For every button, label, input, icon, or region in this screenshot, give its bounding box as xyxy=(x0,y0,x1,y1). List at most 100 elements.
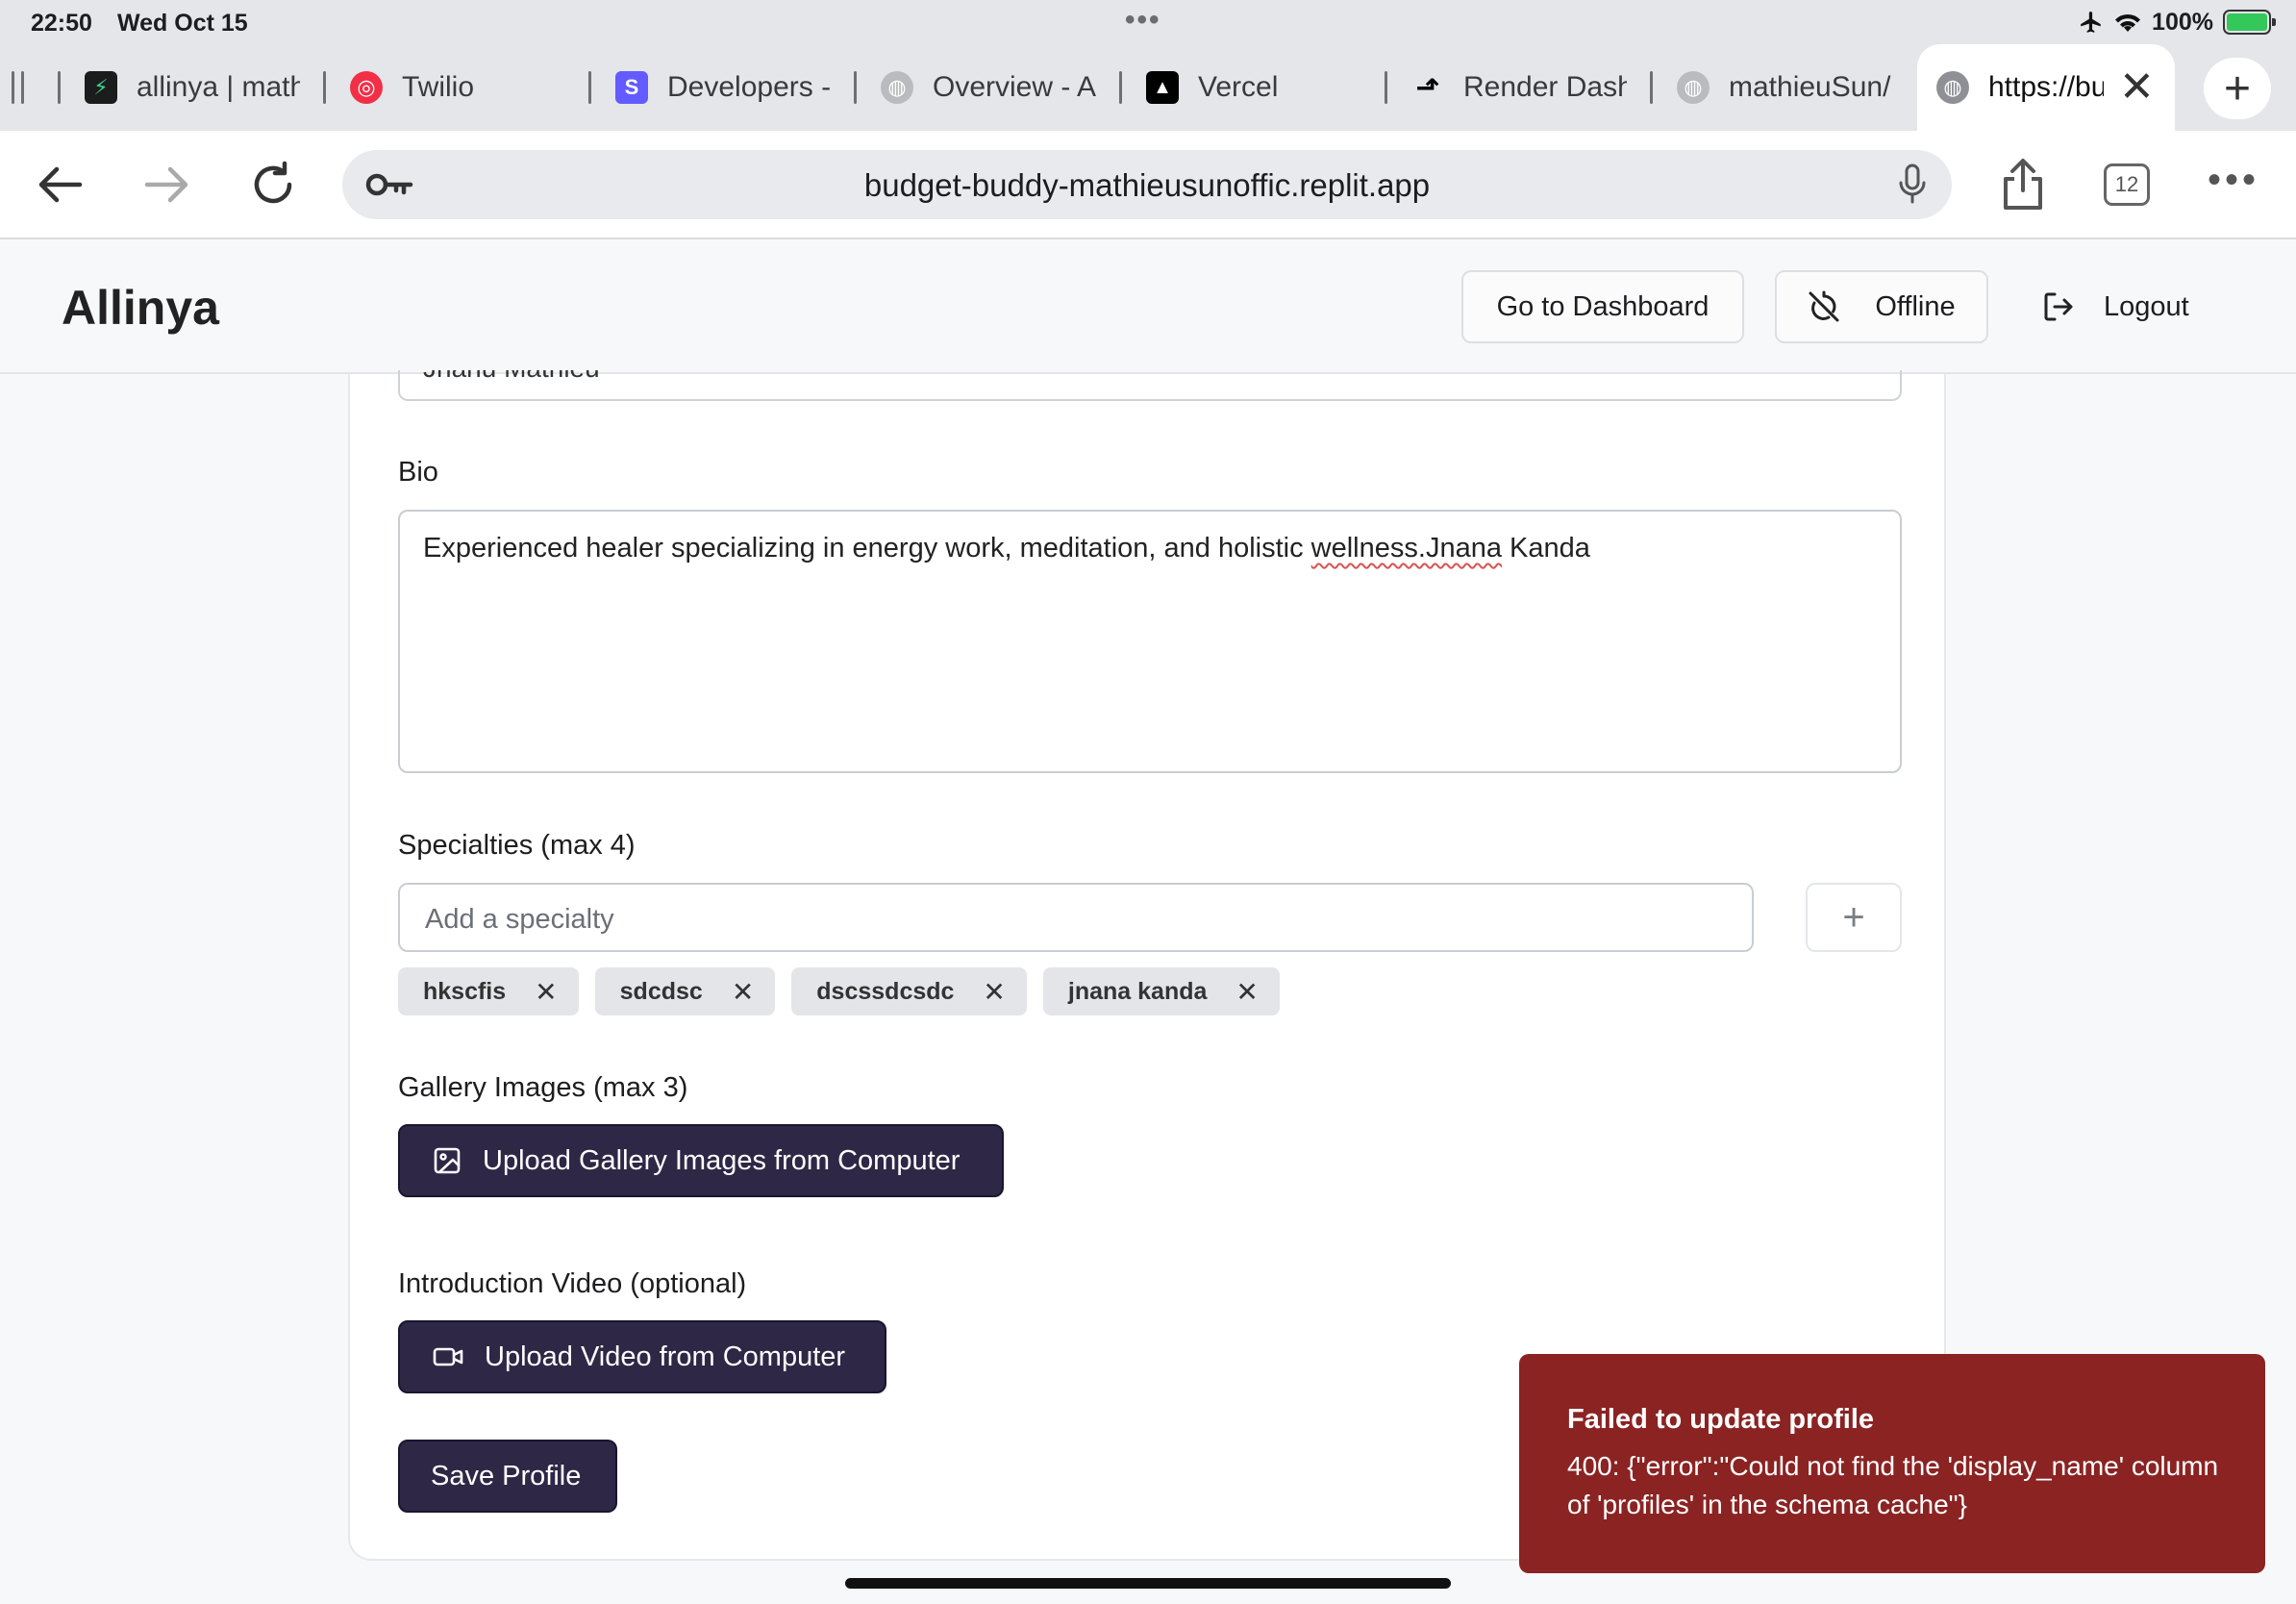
bio-text: Experienced healer specializing in energ… xyxy=(423,533,1590,564)
specialties-label: Specialties (max 4) xyxy=(398,830,636,861)
specialty-placeholder: Add a specialty xyxy=(425,904,614,935)
browser-tab[interactable]: ◍ mathieuSun/ xyxy=(1677,44,1892,131)
vercel-icon: ▲ xyxy=(1146,71,1179,104)
close-tab-icon[interactable]: ✕ xyxy=(2119,66,2155,109)
globe-icon: ◍ xyxy=(1936,71,1969,104)
tab-label: allinya | math xyxy=(137,71,300,103)
specialty-input[interactable]: Add a specialty xyxy=(398,883,1754,952)
browser-tab[interactable]: S Developers - xyxy=(615,44,831,131)
globe-icon: ◍ xyxy=(1677,71,1710,104)
share-button[interactable] xyxy=(1992,154,2054,215)
tab-separator xyxy=(58,71,61,104)
toast-title: Failed to update profile xyxy=(1567,1404,1875,1435)
home-indicator[interactable] xyxy=(845,1578,1451,1589)
tab-separator xyxy=(323,71,326,104)
url-text: budget-buddy-mathieusunoffic.replit.app xyxy=(863,167,1431,203)
reload-icon xyxy=(254,161,292,204)
forward-button[interactable] xyxy=(137,154,198,215)
video-label: Introduction Video (optional) xyxy=(398,1268,747,1299)
twilio-icon: ◎ xyxy=(350,71,383,104)
tab-bar: ⚡ allinya | math ◎ Twilio S Developers -… xyxy=(0,44,2296,131)
wifi-icon xyxy=(2115,13,2141,32)
tab-label: Twilio xyxy=(402,71,475,103)
more-options-icon[interactable]: ••• xyxy=(2208,161,2259,199)
error-toast[interactable]: Failed to update profile 400: {"error":"… xyxy=(1519,1354,2265,1573)
back-button[interactable] xyxy=(29,154,90,215)
address-toolbar: budget-buddy-mathieusunoffic.replit.app … xyxy=(0,131,2296,239)
tab-separator xyxy=(1385,71,1387,104)
arrow-left-icon xyxy=(38,166,83,203)
display-name-field[interactable]: Jnanu Mathieu xyxy=(398,370,1902,401)
browser-tab[interactable]: ⚡ allinya | math xyxy=(85,44,300,131)
browser-tab-active[interactable]: ◍ https://bu ✕ xyxy=(1917,44,2175,131)
share-icon xyxy=(2004,159,2042,210)
plus-icon: + xyxy=(2223,63,2252,114)
chip-label: dscssdcsdc xyxy=(816,977,955,1005)
bio-textarea[interactable]: Experienced healer specializing in energ… xyxy=(398,510,1902,773)
battery-percent: 100% xyxy=(2152,8,2213,36)
save-profile-button[interactable]: Save Profile xyxy=(398,1440,617,1513)
specialty-chip: hkscfis ✕ xyxy=(398,967,579,1015)
offline-button[interactable]: Offline xyxy=(1775,270,1988,343)
gallery-label: Gallery Images (max 3) xyxy=(398,1072,688,1103)
brand-logo[interactable]: Allinya xyxy=(62,280,219,336)
add-specialty-button[interactable]: + xyxy=(1806,883,1902,952)
stripe-icon: S xyxy=(615,71,648,104)
upload-gallery-label: Upload Gallery Images from Computer xyxy=(483,1144,961,1176)
reload-button[interactable] xyxy=(242,154,304,215)
tab-separator xyxy=(588,71,591,104)
browser-tab[interactable]: ⬏ Render Dash xyxy=(1411,44,1627,131)
logout-button[interactable]: Logout xyxy=(2042,270,2189,343)
upload-gallery-button[interactable]: Upload Gallery Images from Computer xyxy=(398,1124,1004,1197)
logout-label: Logout xyxy=(2104,290,2189,322)
remove-chip-icon[interactable]: ✕ xyxy=(535,976,557,1008)
tab-label: Vercel xyxy=(1198,71,1279,103)
toast-message: 400: {"error":"Could not find the 'displ… xyxy=(1567,1451,2219,1519)
address-bar[interactable]: budget-buddy-mathieusunoffic.replit.app xyxy=(342,150,1952,219)
tab-label: https://bu xyxy=(1988,71,2104,103)
image-icon xyxy=(434,1147,461,1174)
remove-chip-icon[interactable]: ✕ xyxy=(1235,976,1258,1008)
spellcheck-flagged-word: wellness.Jnana xyxy=(1310,533,1502,564)
bio-text-part: Kanda xyxy=(1501,533,1590,564)
globe-icon: ◍ xyxy=(881,71,913,104)
display-name-value: Jnanu Mathieu xyxy=(423,370,600,384)
browser-chrome: 22:50 Wed Oct 15 ••• 100% ⚡ allinya | ma… xyxy=(0,0,2296,239)
tab-label: Render Dash xyxy=(1463,71,1627,103)
go-to-dashboard-button[interactable]: Go to Dashboard xyxy=(1461,270,1744,343)
specialty-chips: hkscfis ✕ sdcdsc ✕ dscssdcsdc ✕ jnana kanda… xyxy=(398,967,1280,1015)
bio-label: Bio xyxy=(398,457,438,488)
browser-tab[interactable]: ▲ Vercel xyxy=(1146,44,1367,131)
specialty-chip: dscssdcsdc ✕ xyxy=(791,967,1027,1015)
plus-icon: + xyxy=(1842,895,1865,939)
chip-label: hkscfis xyxy=(423,977,507,1005)
airplane-icon xyxy=(2081,12,2101,33)
tab-separator xyxy=(12,71,14,104)
tab-label: mathieuSun/ xyxy=(1729,71,1891,103)
chip-label: sdcdsc xyxy=(619,977,703,1005)
tab-separator xyxy=(1650,71,1653,104)
status-bar: 22:50 Wed Oct 15 ••• 100% xyxy=(0,0,2296,44)
upload-video-label: Upload Video from Computer xyxy=(485,1341,846,1372)
status-date: Wed Oct 15 xyxy=(117,10,248,37)
app-header: Allinya Go to Dashboard Offline Logout xyxy=(0,239,2296,374)
tab-label: Overview - A xyxy=(933,71,1096,103)
remove-chip-icon[interactable]: ✕ xyxy=(983,976,1005,1008)
video-camera-icon xyxy=(433,1347,463,1366)
specialty-chip: jnana kanda ✕ xyxy=(1042,967,1280,1015)
new-tab-button[interactable]: + xyxy=(2204,58,2271,119)
bio-text-part: Experienced healer specializing in energ… xyxy=(423,533,1311,564)
tab-label: Developers - xyxy=(667,71,831,103)
browser-tab[interactable]: ◎ Twilio xyxy=(350,44,571,131)
browser-tab[interactable]: ◍ Overview - A xyxy=(881,44,1096,131)
multitasking-dots-icon[interactable]: ••• xyxy=(1125,4,1161,37)
battery-icon xyxy=(2223,10,2276,35)
tab-separator xyxy=(1119,71,1122,104)
status-time: 22:50 xyxy=(31,10,92,37)
remove-chip-icon[interactable]: ✕ xyxy=(732,976,754,1008)
tab-separator xyxy=(21,71,24,104)
upload-video-button[interactable]: Upload Video from Computer xyxy=(398,1320,886,1393)
tab-overview-button[interactable]: 12 xyxy=(2104,163,2150,206)
chip-label: jnana kanda xyxy=(1067,977,1208,1005)
microphone-icon[interactable] xyxy=(1898,163,1927,206)
